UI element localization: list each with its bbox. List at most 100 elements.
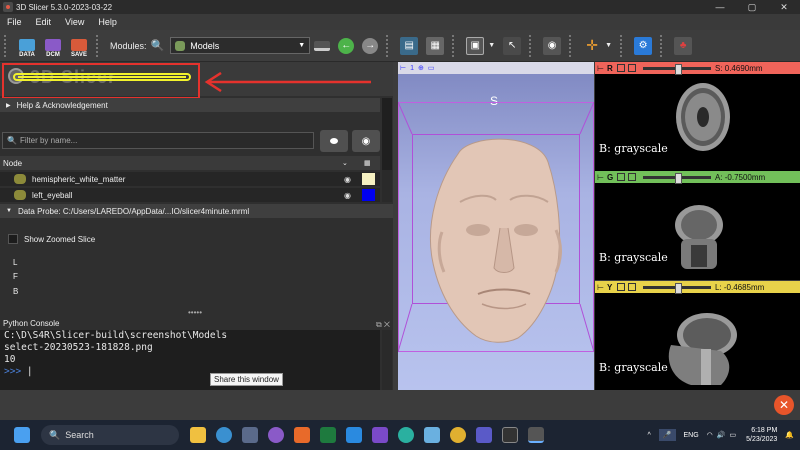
cursor-icon[interactable]: ↖ bbox=[503, 36, 522, 55]
visibility-button[interactable]: ◉ bbox=[352, 130, 380, 152]
console-scrollbar[interactable] bbox=[382, 330, 392, 390]
tray-chevron-icon[interactable]: ^ bbox=[647, 432, 650, 439]
node-scrollbar[interactable] bbox=[382, 170, 392, 202]
screenshot-icon[interactable]: ◉ bbox=[543, 36, 562, 55]
node-row[interactable]: hemispheric_white_matter ◉ bbox=[0, 172, 380, 186]
maximize-view-icon[interactable] bbox=[627, 64, 636, 72]
pin-icon[interactable]: ⊢ bbox=[597, 283, 604, 292]
apps-grid-icon[interactable] bbox=[242, 427, 258, 443]
load-data-button[interactable]: DATA bbox=[16, 34, 38, 58]
mic-icon[interactable]: 🎤 bbox=[658, 429, 676, 441]
minimize-button[interactable]: — bbox=[704, 0, 736, 14]
yellow-slice-view[interactable]: ⊢ Y L: -0.4685mm B: grayscale bbox=[595, 281, 800, 390]
python-icon[interactable]: ⚙ bbox=[634, 36, 653, 55]
visual-studio-icon[interactable] bbox=[372, 427, 388, 443]
cube-icon[interactable]: ▦ bbox=[426, 36, 445, 55]
matlab-icon[interactable] bbox=[294, 427, 310, 443]
menu-file[interactable]: File bbox=[0, 17, 29, 27]
module-selector[interactable]: Models ▼ bbox=[170, 37, 311, 54]
color-swatch[interactable] bbox=[362, 173, 375, 185]
slicer-taskbar-icon[interactable] bbox=[528, 427, 544, 443]
extension-manager-icon[interactable]: ♣ bbox=[674, 36, 693, 55]
toolbar-grip[interactable] bbox=[386, 34, 392, 57]
3d-view[interactable]: ⊢ 1 ⊕ ▭ S bbox=[398, 62, 594, 390]
menu-view[interactable]: View bbox=[58, 17, 91, 27]
toolbar-grip[interactable] bbox=[452, 34, 458, 57]
link-icon[interactable] bbox=[616, 64, 625, 72]
sort-icon[interactable]: ⌄ bbox=[342, 159, 348, 167]
excel-icon[interactable] bbox=[320, 427, 336, 443]
menu-help[interactable]: Help bbox=[91, 17, 124, 27]
red-slice-view[interactable]: ⊢ R S: 0.4690mm B: grayscale bbox=[595, 62, 800, 171]
chrome-icon[interactable] bbox=[450, 427, 466, 443]
crosshair-icon[interactable]: ✛ bbox=[583, 37, 601, 55]
data-label: DATA bbox=[19, 51, 35, 58]
module-history-button[interactable] bbox=[314, 40, 331, 51]
data-probe-section[interactable]: ▼ Data Probe: C:/Users/LAREDO/AppData/..… bbox=[0, 204, 393, 218]
battery-icon[interactable]: ▭ bbox=[730, 431, 737, 439]
node-row[interactable]: left_eyeball ◉ bbox=[0, 188, 380, 202]
notification-icon[interactable]: 🔔 bbox=[785, 431, 794, 439]
eye-icon[interactable]: ◉ bbox=[344, 175, 351, 184]
help-acknowledgement-section[interactable]: ▶ Help & Acknowledgement bbox=[0, 98, 380, 112]
load-dicom-button[interactable]: DCM bbox=[42, 34, 64, 58]
maximize-view-icon[interactable] bbox=[627, 173, 636, 181]
filter-input[interactable]: 🔍 Filter by name... bbox=[2, 132, 314, 149]
pin-icon[interactable]: ⊢ bbox=[597, 173, 604, 182]
module-search-icon[interactable]: 🔍 bbox=[151, 39, 165, 52]
maximize-view-icon[interactable] bbox=[627, 283, 636, 291]
github-icon[interactable] bbox=[268, 427, 284, 443]
extensions-icon[interactable]: ▤ bbox=[400, 36, 419, 55]
eye-icon[interactable]: ◉ bbox=[344, 191, 351, 200]
windows-start-icon[interactable] bbox=[14, 427, 30, 443]
taskbar-search[interactable]: 🔍 Search bbox=[41, 425, 179, 445]
show-zoomed-checkbox[interactable] bbox=[8, 234, 18, 244]
volume-icon[interactable]: 🔊 bbox=[717, 431, 726, 439]
close-circle-icon[interactable]: ✕ bbox=[774, 395, 794, 415]
green-slice-view[interactable]: ⊢ G A: -0.7500mm B: grayscale bbox=[595, 171, 800, 280]
maximize-button[interactable]: ▢ bbox=[736, 0, 768, 14]
layout-icon[interactable]: ▣ bbox=[466, 36, 485, 55]
close-window-button[interactable]: ✕ bbox=[768, 0, 800, 14]
layout-chevron-icon[interactable]: ▼ bbox=[488, 42, 495, 49]
pin-icon[interactable]: ⊢ bbox=[597, 64, 604, 73]
dicom-icon bbox=[45, 38, 61, 51]
terminal-icon[interactable] bbox=[502, 427, 518, 443]
save-button[interactable]: SAVE bbox=[68, 34, 90, 58]
back-arrow-icon[interactable]: ← bbox=[338, 37, 355, 54]
sagittal-brain-image bbox=[668, 313, 737, 385]
layer-label: B: grayscale bbox=[599, 251, 668, 264]
vscode-icon[interactable] bbox=[346, 427, 362, 443]
link-icon[interactable] bbox=[616, 173, 625, 181]
notepad-icon[interactable] bbox=[424, 427, 440, 443]
crosshair-chevron-icon[interactable]: ▼ bbox=[605, 42, 612, 49]
splitter-handle[interactable]: ••••• bbox=[188, 308, 202, 317]
forward-arrow-icon[interactable]: → bbox=[362, 37, 379, 54]
show-all-button[interactable] bbox=[320, 130, 348, 152]
toolbar-grip[interactable] bbox=[620, 34, 626, 57]
node-column-header[interactable]: Node bbox=[3, 159, 22, 168]
clock[interactable]: 6:18 PM 5/23/2023 bbox=[746, 426, 777, 444]
grid-icon[interactable]: ▦ bbox=[364, 159, 371, 167]
browser-icon[interactable] bbox=[216, 427, 232, 443]
teams-icon[interactable] bbox=[476, 427, 492, 443]
slice-offset-value: S: 0.4690mm bbox=[714, 63, 763, 73]
toolbar-grip[interactable] bbox=[569, 34, 575, 57]
save-label: SAVE bbox=[71, 51, 87, 58]
menu-edit[interactable]: Edit bbox=[29, 17, 59, 27]
main-toolbar: DATA DCM SAVE Modules: 🔍 Models ▼ ← → ▤ … bbox=[0, 30, 800, 62]
toolbar-grip[interactable] bbox=[529, 34, 535, 57]
toolbar-grip[interactable] bbox=[660, 34, 666, 57]
slice-offset-slider[interactable] bbox=[642, 172, 711, 184]
toolbar-grip[interactable] bbox=[96, 34, 102, 57]
link-icon[interactable] bbox=[616, 283, 625, 291]
toolbar-grip[interactable] bbox=[4, 34, 10, 57]
file-explorer-icon[interactable] bbox=[190, 427, 206, 443]
slice-offset-slider[interactable] bbox=[642, 63, 711, 75]
python-console[interactable]: C:\D\S4R\Slicer-build\screenshot\Models … bbox=[0, 330, 380, 390]
wifi-icon[interactable]: ◠ bbox=[707, 431, 713, 439]
color-swatch[interactable] bbox=[362, 189, 375, 201]
language-indicator[interactable]: ENG bbox=[684, 432, 699, 439]
slice-offset-slider[interactable] bbox=[642, 282, 711, 294]
edge-icon[interactable] bbox=[398, 427, 414, 443]
